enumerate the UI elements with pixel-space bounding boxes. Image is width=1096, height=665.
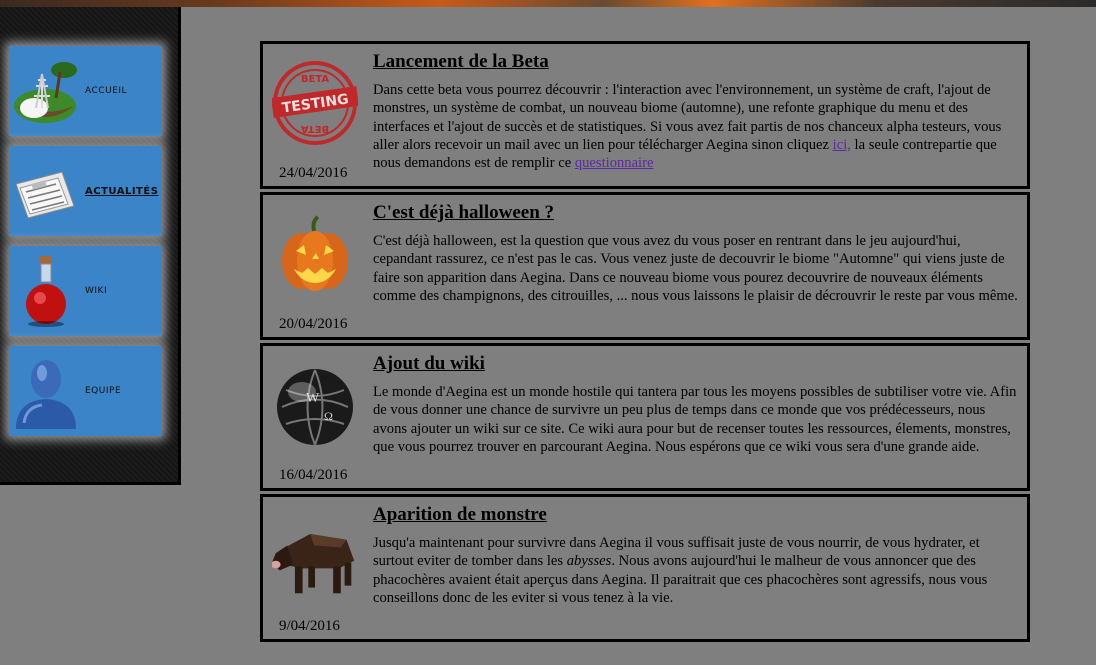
download-link[interactable]: ici, xyxy=(833,137,851,153)
article-title: C'est déjà halloween ? xyxy=(373,202,555,223)
article-title: Lancement de la Beta xyxy=(373,51,549,72)
nav-item-equipe[interactable]: EQUIPE xyxy=(9,346,162,436)
article-date: 24/04/2016 xyxy=(279,165,348,181)
article-title: Aparition de monstre xyxy=(373,504,547,525)
article-date: 9/04/2016 xyxy=(279,618,340,634)
svg-text:Ω: Ω xyxy=(324,409,333,423)
news-article: BETA TESTING BETA 24/04/2016 Lancement d… xyxy=(260,41,1030,189)
article-body: Dans cette beta vous pourrez découvrir :… xyxy=(373,82,1002,172)
news-article: 9/04/2016 Aparition de monstre Jusqu'a m… xyxy=(260,494,1030,642)
article-body: Le monde d'Aegina est un monde hostile q… xyxy=(373,384,1017,455)
article-title: Ajout du wiki xyxy=(373,353,485,374)
wikipedia-globe-icon: W Ω xyxy=(272,360,358,450)
stamp-top-text: BETA xyxy=(301,74,329,85)
article-date: 16/04/2016 xyxy=(279,467,348,483)
newspaper-icon xyxy=(11,151,79,231)
questionnaire-link[interactable]: questionnaire xyxy=(575,155,654,171)
article-body: Jusqu'a maintenant pour survivre dans Ae… xyxy=(373,535,988,606)
nav-label: ACTUALITÉS xyxy=(85,185,159,197)
nav-item-wiki[interactable]: WIKI xyxy=(9,246,162,336)
news-article: W Ω 16/04/2016 Ajout du wiki Le monde d'… xyxy=(260,343,1030,491)
boar-icon xyxy=(272,511,358,601)
sidebar-nav: ACCUEIL ACTUALITÉS WIKI EQUIPE xyxy=(0,7,181,485)
nav-label: WIKI xyxy=(85,286,108,296)
potion-icon xyxy=(11,251,79,331)
nav-label: ACCUEIL xyxy=(85,86,128,96)
nav-item-accueil[interactable]: ACCUEIL xyxy=(9,46,162,136)
stamp-bottom-text: BETA xyxy=(301,123,329,134)
header-banner-strip xyxy=(0,0,1096,7)
stamp-mid-text: TESTING xyxy=(281,91,350,116)
article-date: 20/04/2016 xyxy=(279,316,348,332)
nav-item-actualites[interactable]: ACTUALITÉS xyxy=(9,146,162,236)
nav-label: EQUIPE xyxy=(85,386,122,396)
beta-testing-stamp-icon: BETA TESTING BETA xyxy=(272,58,358,148)
article-body: C'est déjà halloween, est la question qu… xyxy=(373,233,1018,304)
svg-text:W: W xyxy=(306,391,320,406)
news-article: 20/04/2016 C'est déjà halloween ? C'est … xyxy=(260,192,1030,340)
island-icon xyxy=(11,51,79,131)
pumpkin-icon xyxy=(272,209,358,299)
user-icon xyxy=(11,351,79,431)
